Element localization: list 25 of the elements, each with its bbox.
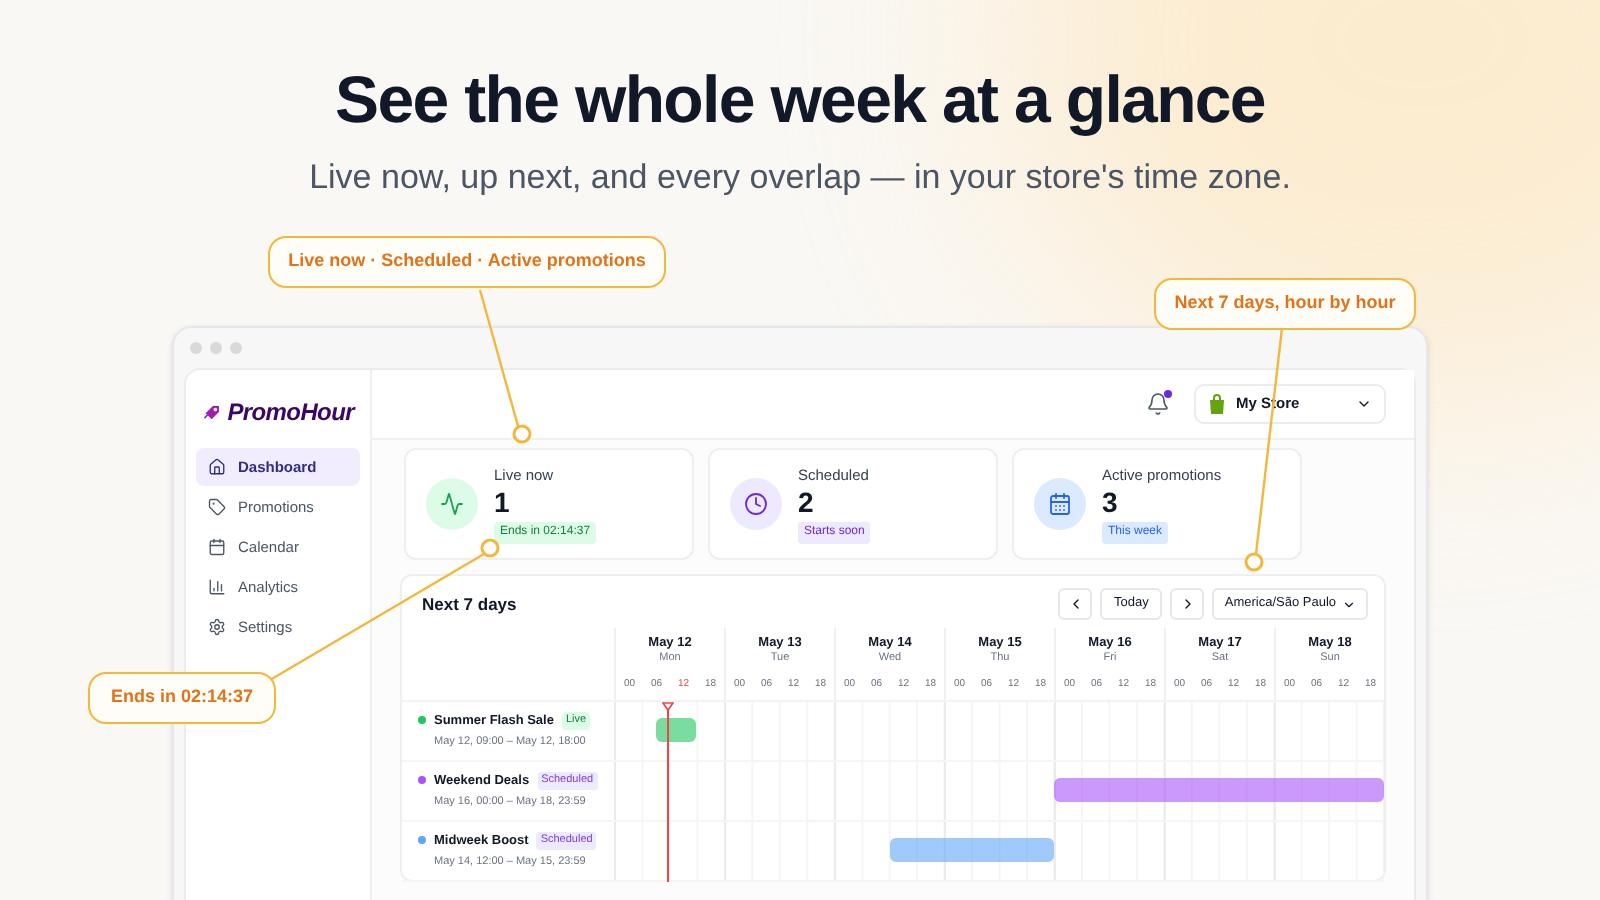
app-logo: PromoHour <box>227 396 354 430</box>
bar-chart-icon <box>208 578 226 596</box>
headline: See the whole week at a glance <box>335 60 1265 140</box>
stat-value: 2 <box>798 486 814 519</box>
callout: Ends in 02:14:37 <box>88 672 276 724</box>
callout: Next 7 days, hour by hour <box>1154 278 1416 330</box>
schedule-title: Next 7 days <box>422 591 517 617</box>
pulse-icon <box>426 478 478 530</box>
previous-button[interactable] <box>1058 588 1092 620</box>
bell-icon[interactable] <box>1146 392 1170 416</box>
next-button[interactable] <box>1170 588 1205 620</box>
promotion-bar[interactable] <box>655 718 697 742</box>
chevron-down-icon <box>1342 597 1356 611</box>
tag-icon <box>208 498 226 516</box>
callout: Live now · Scheduled · Active promotions <box>268 236 666 288</box>
calendar-icon <box>208 538 226 556</box>
calendar-icon <box>1034 478 1086 530</box>
home-icon <box>208 458 226 476</box>
bag-icon <box>1208 394 1226 414</box>
stat-value: 3 <box>1102 486 1118 519</box>
clock-icon <box>730 478 782 530</box>
subheadline: Live now, up next, and every overlap — in your store's time zone. <box>309 156 1291 200</box>
chevron-down-icon <box>1356 396 1372 412</box>
stat-value: 1 <box>494 486 510 519</box>
gear-icon <box>208 618 226 636</box>
